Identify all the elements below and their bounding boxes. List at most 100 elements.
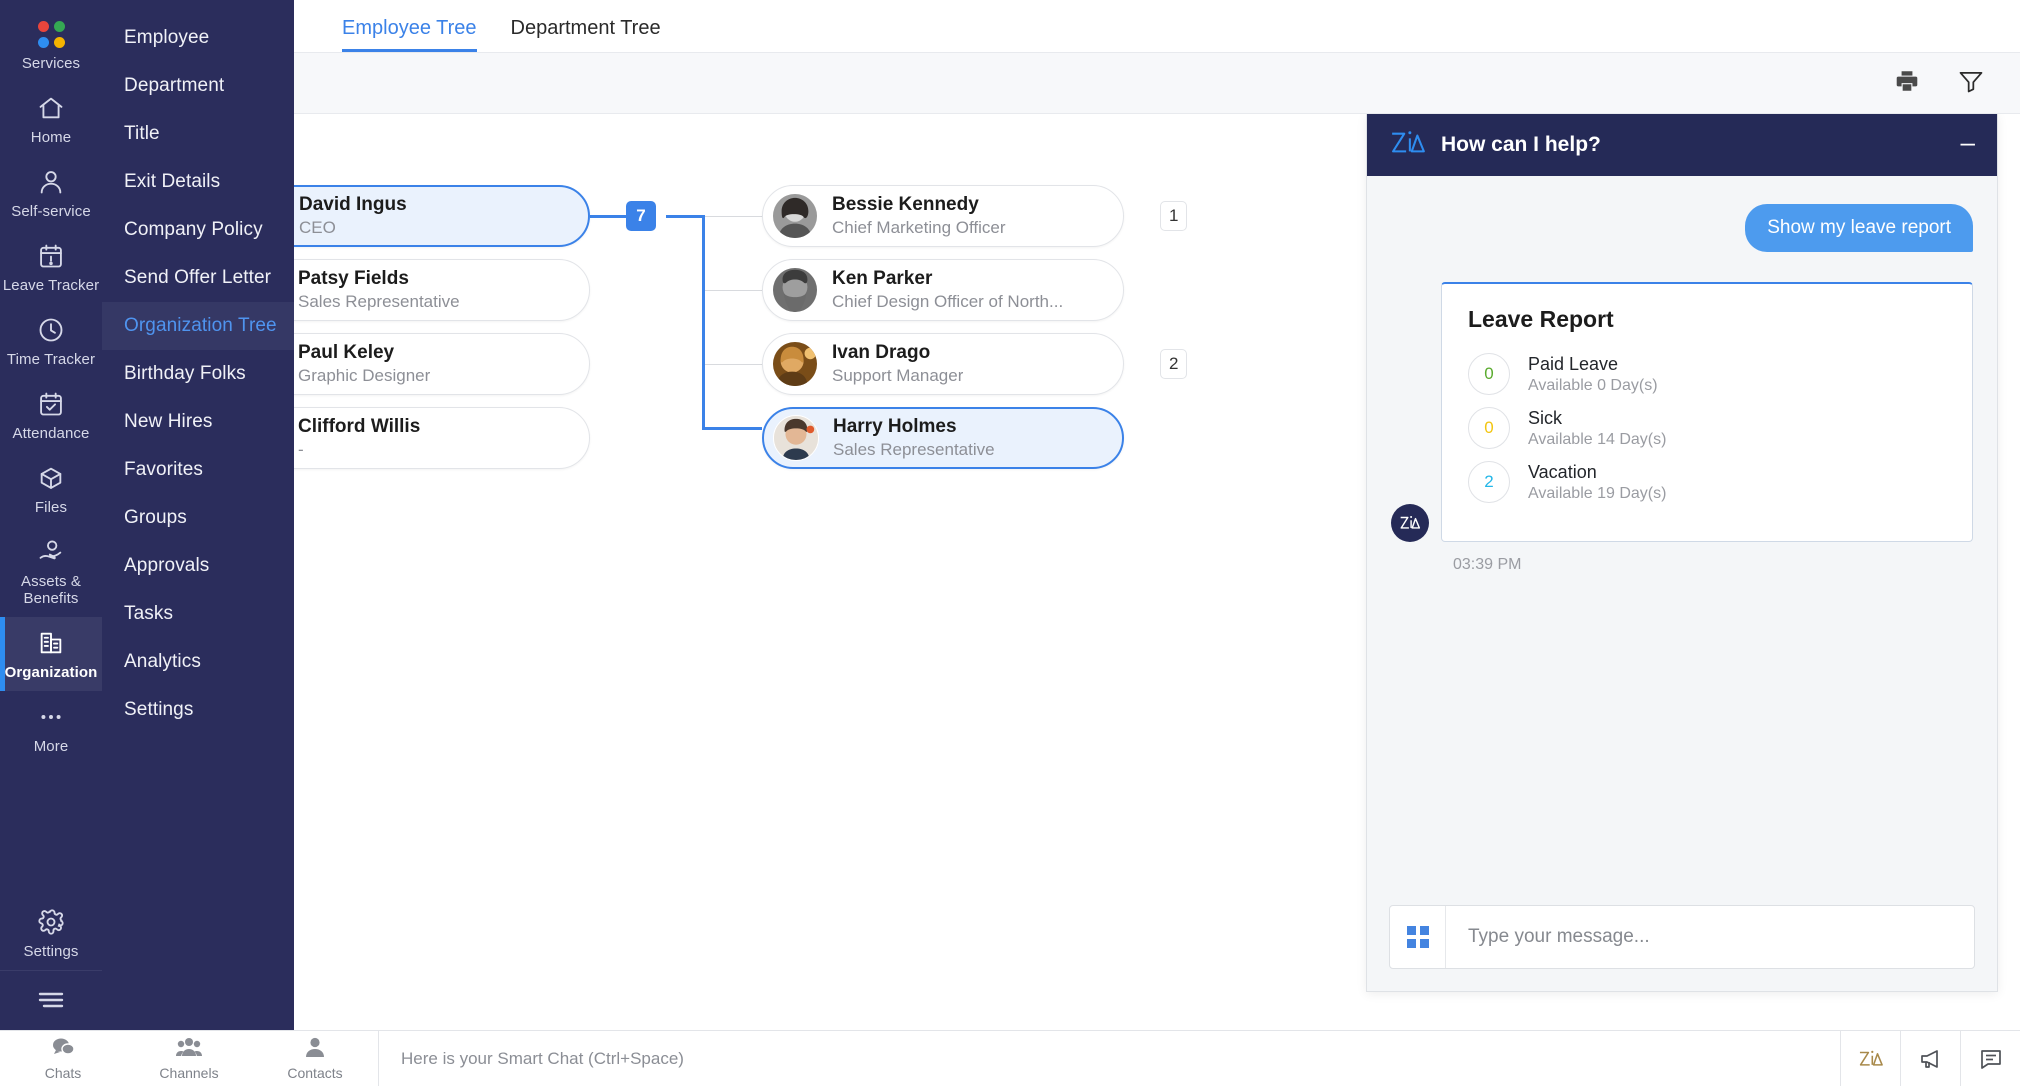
chat-footer (1367, 889, 1997, 991)
rail-item-services[interactable]: Services (0, 8, 102, 82)
tree-node-root-count-badge[interactable]: 7 (626, 201, 656, 231)
node-name: Ken Parker (832, 268, 933, 289)
subnav-item-department[interactable]: Department (102, 62, 294, 110)
tree-node-child-2[interactable]: Ken Parker Chief Design Officer of North… (762, 259, 1124, 321)
rail-item-label: Time Tracker (6, 351, 96, 368)
subnav-item-birthday-folks[interactable]: Birthday Folks (102, 350, 294, 398)
node-text: Paul Keley Graphic Designer (298, 342, 430, 386)
chat-messages: Show my leave report Leave Report 0 Paid… (1367, 176, 1997, 889)
leave-available-text: Available 0 Day(s) (1528, 376, 1658, 394)
leave-report-title: Leave Report (1468, 306, 1614, 332)
subnav-item-tasks[interactable]: Tasks (102, 590, 294, 638)
filter-button[interactable] (1956, 68, 1986, 98)
subnav-item-groups[interactable]: Groups (102, 494, 294, 542)
chat-user-message: Show my leave report (1745, 204, 1973, 252)
content-toolbar (294, 52, 2020, 114)
smart-chat-panel: How can I help? – Show my leave report L… (1366, 114, 1998, 992)
subnav-item-analytics[interactable]: Analytics (102, 638, 294, 686)
rail-item-assets-benefits[interactable]: Assets & Benefits (0, 526, 102, 617)
leave-row-text: Vacation Available 19 Day(s) (1528, 462, 1666, 503)
tab-department-tree[interactable]: Department Tree (511, 17, 661, 52)
grid-apps-icon[interactable] (1390, 906, 1446, 968)
calendar-alert-icon (36, 241, 66, 271)
tree-node-child-3-count-badge[interactable]: 2 (1160, 349, 1188, 379)
print-button[interactable] (1892, 68, 1922, 98)
hamburger-icon (36, 989, 66, 1014)
contact-person-icon (304, 1036, 326, 1063)
node-role: - (298, 440, 304, 459)
statusbar-item-channels[interactable]: Channels (126, 1031, 252, 1086)
gear-icon (36, 907, 66, 937)
node-name: David Ingus (299, 194, 407, 215)
rail-item-organization[interactable]: Organization (0, 617, 102, 691)
leave-available-text: Available 19 Day(s) (1528, 484, 1667, 502)
chat-message-input[interactable] (1446, 906, 1974, 968)
subnav-item-employee[interactable]: Employee (102, 14, 294, 62)
node-name: Paul Keley (298, 342, 395, 363)
tree-link-badge-out (666, 215, 704, 218)
node-role: Chief Design Officer of North... (832, 292, 1064, 311)
tree-node-child-4[interactable]: Harry Holmes Sales Representative (762, 407, 1124, 469)
minimize-icon[interactable]: – (1961, 129, 1975, 161)
building-icon (36, 628, 66, 658)
zia-gold-icon[interactable] (1840, 1031, 1900, 1086)
statusbar-item-contacts[interactable]: Contacts (252, 1031, 378, 1086)
home-icon (36, 93, 66, 123)
tab-employee-tree[interactable]: Employee Tree (342, 17, 477, 52)
rail-item-settings[interactable]: Settings (0, 896, 102, 970)
rail-item-attendance[interactable]: Attendance (0, 378, 102, 452)
tree-node-sibling-1[interactable]: Patsy Fields Sales Representative (294, 259, 590, 321)
statusbar-label-chats: Chats (44, 1065, 82, 1081)
rail-item-label: Leave Tracker (2, 277, 100, 294)
chat-header: How can I help? – (1367, 114, 1997, 176)
rail-item-files[interactable]: Files (0, 452, 102, 526)
subnav-item-organization-tree[interactable]: Organization Tree (102, 302, 294, 350)
tree-node-child-3[interactable]: Ivan Drago Support Manager (762, 333, 1124, 395)
avatar (772, 341, 818, 387)
rail-item-label: Home (30, 129, 72, 146)
subnav-item-approvals[interactable]: Approvals (102, 542, 294, 590)
subnav-item-favorites[interactable]: Favorites (102, 446, 294, 494)
subnav-item-settings[interactable]: Settings (102, 686, 294, 734)
subnav-item-company-policy[interactable]: Company Policy (102, 206, 294, 254)
assets-hand-icon (36, 537, 66, 567)
rail-item-time-tracker[interactable]: Time Tracker (0, 304, 102, 378)
tree-node-child-2-count-badge[interactable]: 1 (1160, 201, 1188, 231)
zia-avatar-icon (1391, 504, 1429, 542)
subnav-item-new-hires[interactable]: New Hires (102, 398, 294, 446)
tree-link-to-selected-child (702, 427, 762, 430)
node-text: Bessie Kennedy Chief Marketing Officer (832, 194, 1006, 238)
node-name: Patsy Fields (298, 268, 409, 289)
subnav-item-exit-details[interactable]: Exit Details (102, 158, 294, 206)
node-role: Support Manager (832, 366, 964, 385)
user-icon (36, 167, 66, 197)
rail-item-self-service[interactable]: Self-service (0, 156, 102, 230)
leave-count-circle: 0 (1468, 407, 1510, 449)
leave-type-name: Sick (1528, 407, 1563, 428)
leave-report-row: 2 Vacation Available 19 Day(s) (1468, 461, 1946, 503)
rail-item-home[interactable]: Home (0, 82, 102, 156)
subnav-item-title[interactable]: Title (102, 110, 294, 158)
rail-item-leave-tracker[interactable]: Leave Tracker (0, 230, 102, 304)
statusbar-item-chats[interactable]: Chats (0, 1031, 126, 1086)
rail-item-label: Organization (4, 664, 98, 681)
clock-icon (36, 315, 66, 345)
chat-input-wrap (1389, 905, 1975, 969)
tree-node-sibling-2[interactable]: Paul Keley Graphic Designer (294, 333, 590, 395)
chat-timestamp: 03:39 PM (1453, 556, 1522, 573)
rail-menu-toggle[interactable] (0, 970, 102, 1030)
chat-bot-message: Leave Report 0 Paid Leave Available 0 Day(… (1391, 252, 1973, 542)
subnav-item-send-offer-letter[interactable]: Send Offer Letter (102, 254, 294, 302)
rail-item-more[interactable]: More (0, 691, 102, 765)
tree-branch-2 (705, 290, 762, 291)
rail-item-label: Services (21, 55, 81, 72)
tree-node-sibling-3[interactable]: Clifford Willis - (294, 407, 590, 469)
node-text: Harry Holmes Sales Representative (833, 416, 995, 460)
tree-link-root-stub (590, 215, 626, 218)
message-square-icon[interactable] (1960, 1031, 2020, 1086)
rail-item-label: Files (34, 499, 68, 516)
tree-node-child-1[interactable]: Bessie Kennedy Chief Marketing Officer (762, 185, 1124, 247)
tree-node-root[interactable]: David Ingus CEO (294, 185, 590, 247)
megaphone-icon[interactable] (1900, 1031, 1960, 1086)
body-region: Services Home Self-service Leave Tracker Tim… (0, 0, 2020, 1030)
